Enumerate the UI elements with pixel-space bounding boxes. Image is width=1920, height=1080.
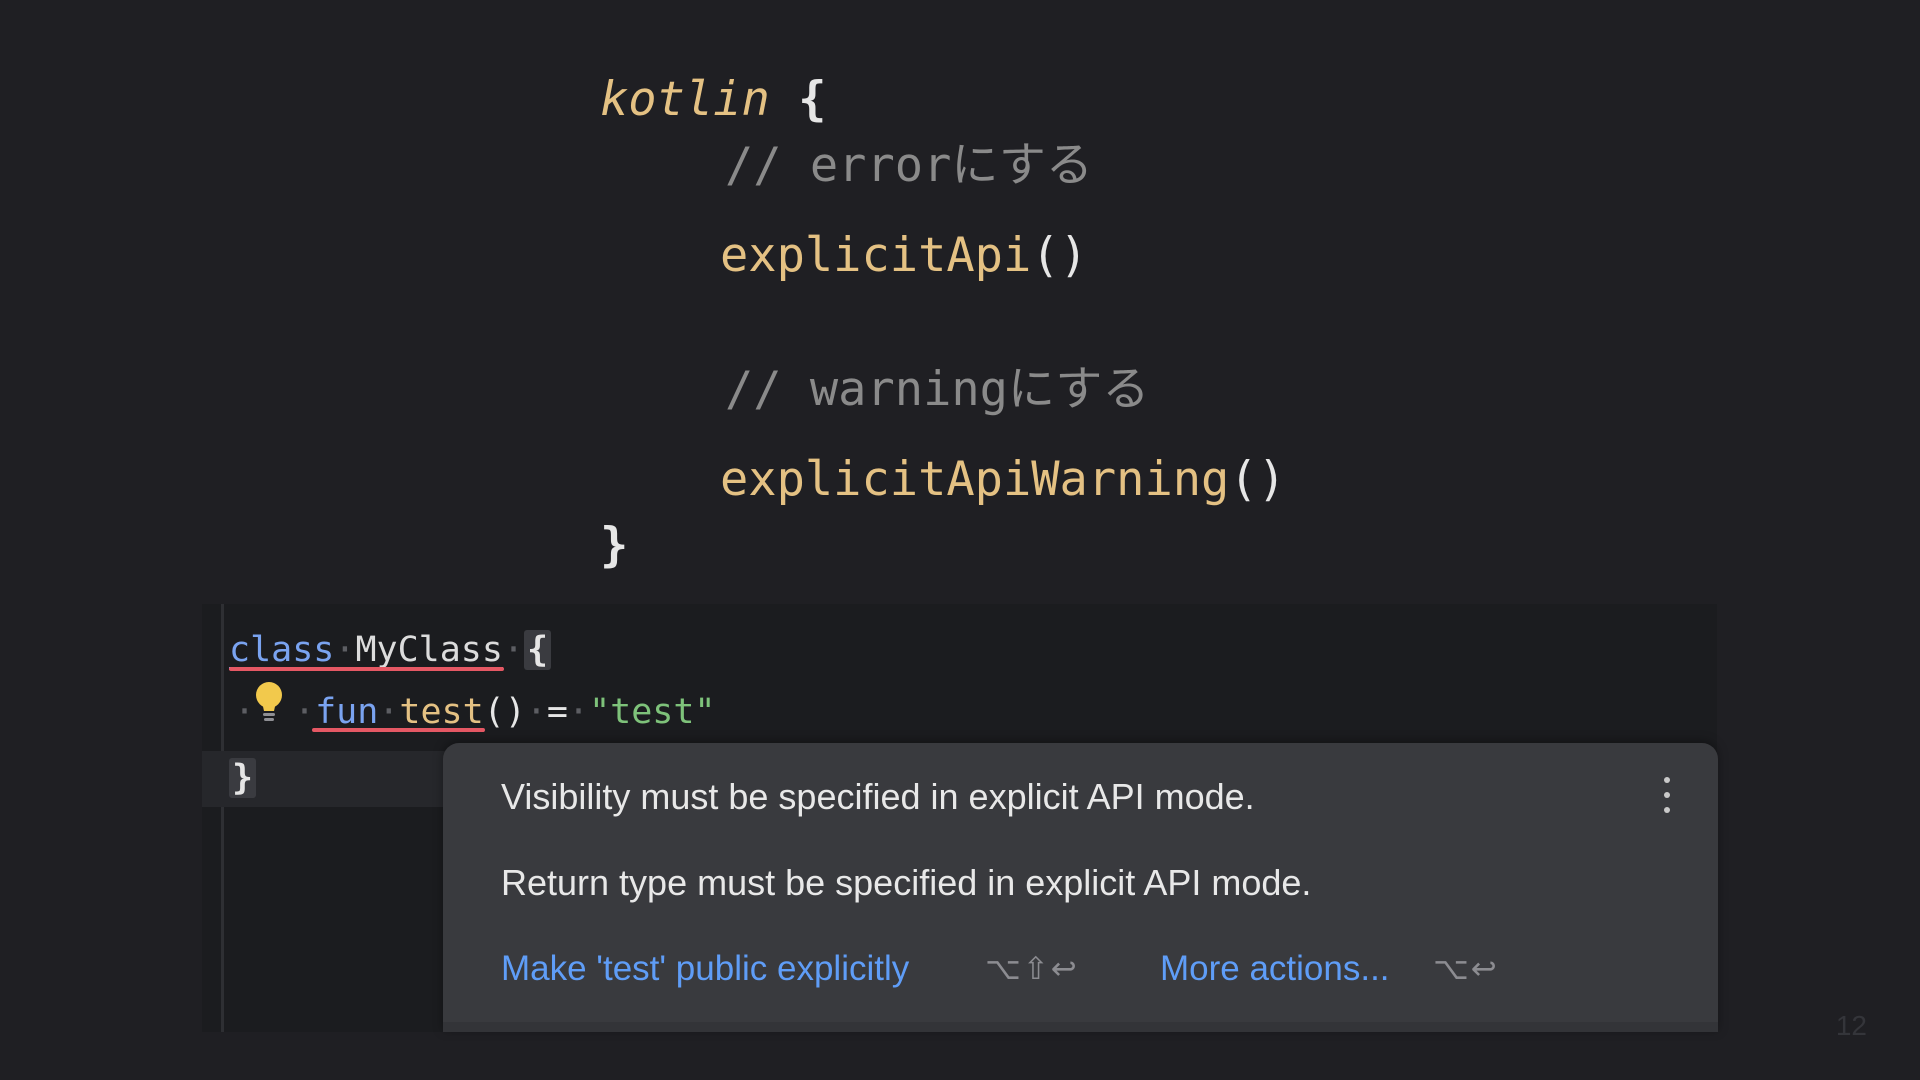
kotlin-block-open: kotlin {	[600, 70, 826, 130]
comment-warning: // warningにする	[725, 362, 1150, 417]
function-parens: ()	[483, 692, 526, 732]
slide-page-number: 12	[1835, 1010, 1867, 1041]
more-vertical-icon[interactable]	[1660, 773, 1674, 817]
kotlin-keyword: kotlin	[600, 72, 770, 127]
explicit-api-parens: ()	[1031, 228, 1088, 283]
explicit-api-warning-call: explicitApiWarning()	[720, 450, 1286, 510]
explicit-api-fn: explicitApi	[720, 228, 1032, 283]
explicit-api-warning-parens: ()	[1229, 452, 1286, 507]
whitespace-dot: ·	[294, 692, 316, 732]
make-public-explicitly-link[interactable]: Make 'test' public explicitly	[501, 947, 909, 991]
equals-sign: =	[546, 692, 568, 732]
lightbulb-icon[interactable]	[252, 680, 286, 728]
whitespace-dot: ·	[502, 630, 525, 670]
whitespace-dot: ·	[525, 692, 547, 732]
comment-error: // errorにする	[725, 138, 1093, 193]
editor-line-3[interactable]: }	[229, 754, 257, 802]
close-brace: }	[600, 518, 629, 573]
error-underline-class	[229, 667, 504, 671]
visibility-error-message: Visibility must be specified in explicit…	[501, 776, 1255, 817]
explicit-api-call: explicitApi()	[720, 226, 1088, 286]
class-name: MyClass	[355, 630, 503, 670]
slide-code-block: kotlin { // errorにする explicitApi() // wa…	[0, 0, 1920, 590]
whitespace-dot: ·	[334, 630, 356, 670]
whitespace-dot: ·	[378, 692, 400, 732]
fun-keyword: fun	[315, 692, 379, 732]
error-underline-fun	[312, 728, 485, 732]
popup-footer	[443, 1022, 1718, 1032]
class-keyword: class	[229, 630, 335, 670]
function-name: test	[399, 692, 484, 732]
inspection-popup: Visibility must be specified in explicit…	[443, 743, 1718, 1032]
open-brace: {	[798, 72, 827, 127]
make-public-shortcut: ⌥⇧↩	[985, 951, 1079, 987]
return-type-error-message: Return type must be specified in explici…	[501, 862, 1312, 903]
matched-brace-open: {	[524, 630, 552, 670]
more-actions-shortcut: ⌥↩	[1433, 951, 1499, 987]
matched-brace-close: }	[229, 758, 257, 798]
gutter-separator	[221, 604, 224, 1032]
string-literal: "test"	[589, 692, 716, 732]
more-actions-link[interactable]: More actions...	[1160, 947, 1390, 991]
whitespace-dot: ·	[567, 692, 590, 732]
explicit-api-warning-fn: explicitApiWarning	[720, 452, 1230, 507]
